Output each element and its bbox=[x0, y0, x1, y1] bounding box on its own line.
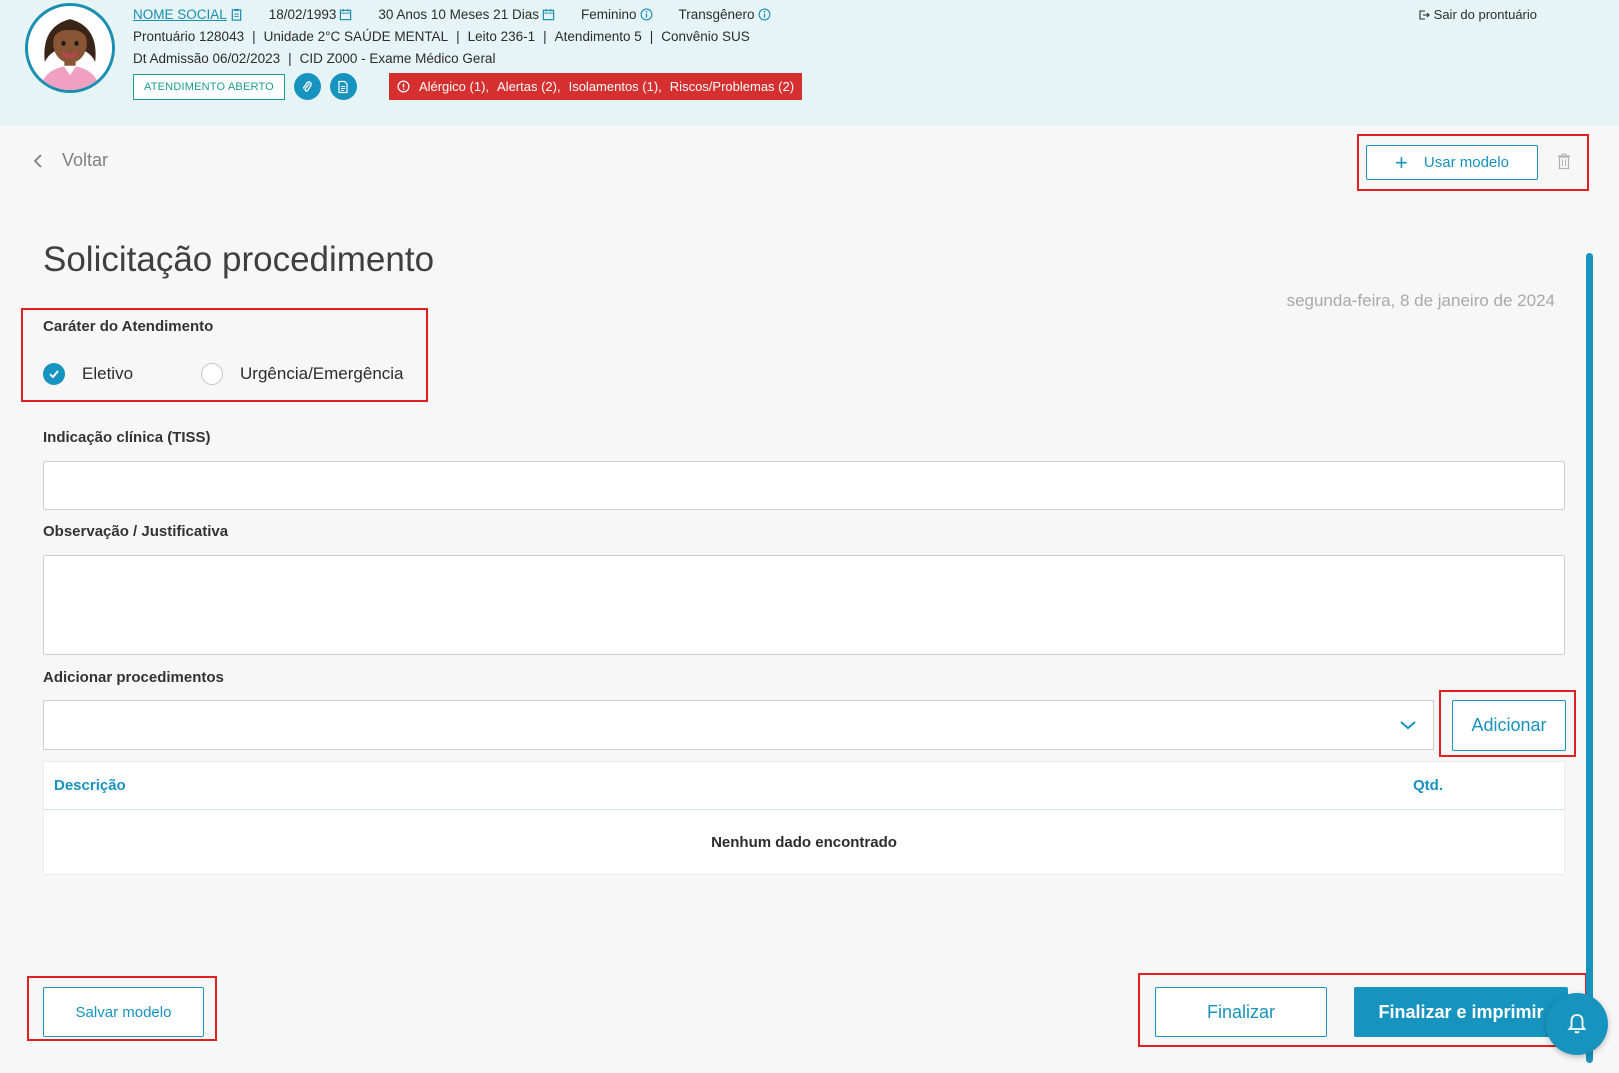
patient-cid: CID Z000 - Exame Médico Geral bbox=[299, 51, 496, 66]
page-title: Solicitação procedimento bbox=[43, 240, 435, 279]
finalize-button[interactable]: Finalizar bbox=[1155, 987, 1327, 1037]
chevron-left-icon bbox=[33, 153, 42, 168]
chevron-down-icon bbox=[1400, 721, 1416, 730]
character-radio-group: Eletivo Urgência/Emergência bbox=[43, 363, 472, 385]
info-icon[interactable] bbox=[758, 8, 771, 21]
alert-icon bbox=[397, 80, 410, 93]
patient-gender: Transgênero bbox=[678, 7, 755, 22]
patient-attendance: Atendimento 5 bbox=[554, 29, 642, 44]
status-badge: ATENDIMENTO ABERTO bbox=[133, 73, 285, 100]
exit-icon bbox=[1419, 9, 1430, 20]
clinical-indication-input[interactable] bbox=[43, 461, 1565, 510]
use-model-label: Usar modelo bbox=[1423, 154, 1509, 171]
patient-header: NOME SOCIAL 18/02/1993 30 Anos 10 Meses … bbox=[0, 0, 1619, 126]
patient-record: Prontuário 128043 bbox=[133, 29, 245, 44]
patient-unit: Unidade 2°C SAÚDE MENTAL bbox=[263, 29, 449, 44]
calendar-icon bbox=[542, 8, 555, 21]
alert-risks[interactable]: Riscos/Problemas (2) bbox=[670, 79, 794, 94]
save-model-button[interactable]: Salvar modelo bbox=[43, 987, 204, 1037]
patient-line-status: ATENDIMENTO ABERTO Alérgico (1), Alertas… bbox=[133, 73, 803, 100]
scrollbar[interactable] bbox=[1586, 253, 1593, 1063]
bell-icon bbox=[1567, 1014, 1587, 1034]
clipboard-icon[interactable] bbox=[230, 8, 243, 21]
patient-social-name[interactable]: NOME SOCIAL bbox=[133, 7, 227, 22]
observation-label: Observação / Justificativa bbox=[43, 523, 229, 540]
exit-label: Sair do prontuário bbox=[1433, 7, 1537, 22]
patient-admission: Dt Admissão 06/02/2023 bbox=[133, 51, 281, 66]
patient-line-identity: NOME SOCIAL 18/02/1993 30 Anos 10 Meses … bbox=[133, 7, 797, 22]
procedures-table: Descrição Qtd. Nenhum dado encontrado bbox=[43, 761, 1565, 875]
column-quantity[interactable]: Qtd. bbox=[1413, 777, 1443, 794]
radio-elective[interactable]: Eletivo bbox=[43, 363, 133, 385]
check-icon[interactable] bbox=[43, 363, 65, 385]
avatar-illustration bbox=[28, 6, 112, 90]
column-description[interactable]: Descrição bbox=[54, 777, 126, 794]
patient-line-record: Prontuário 128043 | Unidade 2°C SAÚDE ME… bbox=[133, 29, 750, 44]
patient-line-admission: Dt Admissão 06/02/2023 | CID Z000 - Exam… bbox=[133, 51, 495, 66]
back-button[interactable]: Voltar bbox=[32, 150, 108, 171]
plus-icon: + bbox=[1395, 149, 1408, 175]
procedure-select[interactable] bbox=[43, 700, 1434, 750]
finalize-print-button[interactable]: Finalizar e imprimir bbox=[1354, 987, 1568, 1037]
radio-urgency[interactable]: Urgência/Emergência bbox=[201, 363, 404, 385]
alert-alerts[interactable]: Alertas (2), bbox=[497, 79, 561, 94]
patient-bed: Leito 236-1 bbox=[467, 29, 536, 44]
separator: | bbox=[252, 29, 256, 44]
observation-textarea[interactable] bbox=[43, 555, 1565, 655]
use-model-button[interactable]: + Usar modelo bbox=[1366, 145, 1538, 180]
clinical-indication-label: Indicação clínica (TISS) bbox=[43, 429, 211, 446]
alert-allergic[interactable]: Alérgico (1), bbox=[419, 79, 489, 94]
add-procedure-button[interactable]: Adicionar bbox=[1452, 700, 1566, 751]
separator: | bbox=[649, 29, 654, 44]
empty-message: Nenhum dado encontrado bbox=[711, 834, 897, 851]
attachment-icon bbox=[303, 80, 313, 92]
alert-isolations[interactable]: Isolamentos (1), bbox=[569, 79, 662, 94]
request-date: segunda-feira, 8 de janeiro de 2024 bbox=[1286, 291, 1555, 310]
table-header: Descrição Qtd. bbox=[44, 762, 1564, 810]
radio-urgency-label: Urgência/Emergência bbox=[240, 364, 404, 383]
character-label: Caráter do Atendimento bbox=[43, 318, 214, 335]
patient-birth-date: 18/02/1993 bbox=[268, 7, 337, 22]
separator: | bbox=[288, 51, 292, 66]
separator: | bbox=[543, 29, 547, 44]
back-label: Voltar bbox=[62, 150, 109, 170]
radio-empty-icon[interactable] bbox=[201, 363, 224, 385]
attachment-button[interactable] bbox=[293, 73, 321, 100]
clinical-alerts-bar[interactable]: Alérgico (1), Alertas (2), Isolamentos (… bbox=[388, 73, 803, 100]
document-button[interactable] bbox=[329, 73, 357, 100]
patient-insurance: Convênio SUS bbox=[661, 29, 750, 44]
add-procedures-label: Adicionar procedimentos bbox=[43, 669, 224, 686]
exit-record-link[interactable]: Sair do prontuário bbox=[1418, 7, 1537, 22]
info-icon[interactable] bbox=[640, 8, 653, 21]
patient-sex: Feminino bbox=[580, 7, 637, 22]
notifications-button[interactable] bbox=[1546, 993, 1608, 1055]
patient-age: 30 Anos 10 Meses 21 Dias bbox=[378, 7, 539, 22]
calendar-icon bbox=[339, 8, 352, 21]
separator: | bbox=[456, 29, 460, 44]
document-icon bbox=[338, 80, 349, 93]
radio-elective-label: Eletivo bbox=[82, 364, 134, 383]
trash-icon[interactable] bbox=[1557, 153, 1571, 170]
patient-avatar bbox=[25, 3, 115, 93]
